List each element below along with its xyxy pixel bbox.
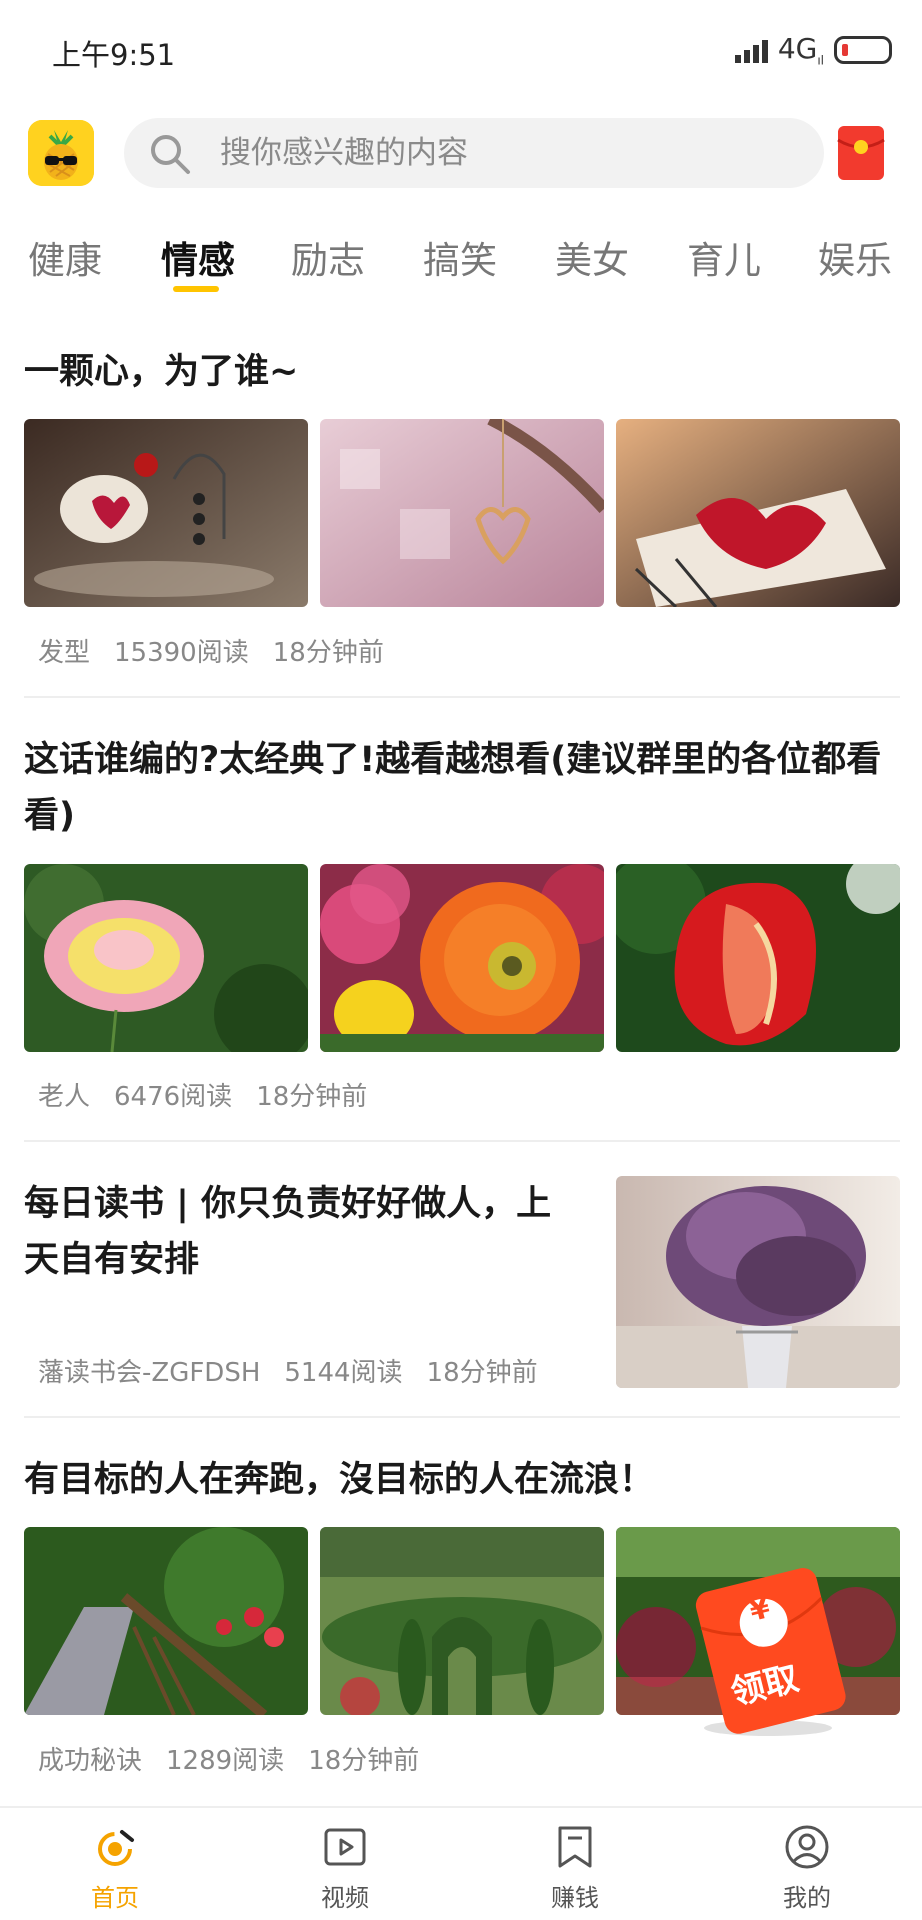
divider (24, 1140, 900, 1142)
thumbnail-image[interactable] (320, 419, 604, 607)
article-source: 老人 (38, 1082, 91, 1112)
thumbnail-image[interactable] (616, 864, 900, 1052)
home-icon (98, 1830, 134, 1866)
active-tab-indicator (173, 286, 219, 292)
article-reads: 15390阅读 (114, 638, 249, 668)
tab-inspiration[interactable]: 励志 (291, 230, 365, 284)
status-bar: 上午9:51 4Gıl (0, 0, 922, 100)
tab-health[interactable]: 健康 (28, 230, 102, 284)
thumbnail-image[interactable] (24, 864, 308, 1052)
nav-earn[interactable]: 赚钱 (510, 1808, 640, 1920)
thumbnail-image[interactable] (24, 1527, 308, 1715)
nav-video[interactable]: 视频 (280, 1808, 410, 1920)
article-card[interactable]: 一颗心，为了谁~ (24, 344, 900, 400)
article-time: 18分钟前 (256, 1082, 368, 1112)
tab-emotion[interactable]: 情感 (161, 230, 235, 284)
header (0, 110, 922, 200)
thumbnail-image[interactable] (616, 419, 900, 607)
article-meta: 藩读书会-ZGFDSH 5144阅读 18分钟前 (38, 1352, 562, 1389)
article-time: 18分钟前 (272, 638, 384, 668)
article-thumbnails[interactable] (24, 419, 900, 607)
divider (24, 696, 900, 698)
article-card[interactable]: 每日读书 | 你只负责好好做人，上天自有安排 (24, 1176, 584, 1288)
article-reads: 6476阅读 (114, 1082, 233, 1112)
battery-icon (834, 35, 892, 64)
bookmark-icon (558, 1826, 592, 1868)
nav-home[interactable]: 首页 (50, 1808, 180, 1920)
article-time: 18分钟前 (426, 1358, 538, 1388)
nav-label: 首页 (91, 1884, 139, 1912)
article-meta: 发型 15390阅读 18分钟前 (38, 632, 408, 669)
article-thumbnails[interactable] (24, 864, 900, 1052)
status-time: 上午9:51 (52, 38, 176, 72)
tab-beauty[interactable]: 美女 (555, 230, 629, 284)
article-source: 发型 (38, 638, 91, 668)
article-title[interactable]: 每日读书 | 你只负责好好做人，上天自有安排 (24, 1176, 584, 1288)
nav-label: 赚钱 (551, 1884, 599, 1912)
nav-label: 视频 (321, 1884, 369, 1912)
thumbnail-image[interactable] (320, 864, 604, 1052)
status-indicators: 4Gıl (734, 32, 892, 68)
article-time: 18分钟前 (308, 1746, 420, 1776)
pineapple-logo-icon[interactable] (28, 120, 94, 186)
video-icon (324, 1828, 366, 1866)
bottom-navigation: 首页 视频 赚钱 我的 (0, 1806, 922, 1920)
tab-entertainment[interactable]: 娱乐 (818, 230, 892, 284)
thumbnail-image[interactable] (616, 1176, 900, 1388)
search-icon (151, 135, 190, 174)
signal-icon (734, 37, 768, 63)
article-title[interactable]: 这话谁编的?太经典了!越看越想看(建议群里的各位都看看) (24, 732, 900, 844)
red-envelope-icon[interactable] (836, 124, 886, 182)
thumbnail-image[interactable] (24, 419, 308, 607)
article-title[interactable]: 有目标的人在奔跑，沒目标的人在流浪！ (24, 1452, 900, 1508)
search-bar[interactable] (124, 118, 824, 188)
user-icon (785, 1825, 829, 1869)
article-source: 成功秘诀 (38, 1746, 143, 1776)
tab-parenting[interactable]: 育儿 (687, 230, 761, 284)
network-indicator: 4Gıl (777, 32, 824, 68)
divider (24, 1416, 900, 1418)
search-input[interactable] (220, 118, 800, 188)
article-title[interactable]: 一颗心，为了谁~ (24, 344, 900, 400)
nav-profile[interactable]: 我的 (742, 1808, 872, 1920)
thumbnail-image[interactable] (320, 1527, 604, 1715)
article-source: 藩读书会-ZGFDSH (38, 1358, 261, 1388)
article-card[interactable]: 这话谁编的?太经典了!越看越想看(建议群里的各位都看看) (24, 732, 900, 844)
article-meta: 老人 6476阅读 18分钟前 (38, 1076, 391, 1113)
claim-redpacket-button[interactable]: ¥ 领取 (690, 1560, 850, 1738)
article-card[interactable]: 有目标的人在奔跑，沒目标的人在流浪！ (24, 1452, 900, 1508)
article-reads: 5144阅读 (284, 1358, 403, 1388)
nav-label: 我的 (783, 1884, 831, 1912)
article-reads: 1289阅读 (166, 1746, 285, 1776)
article-meta: 成功秘诀 1289阅读 18分钟前 (38, 1740, 443, 1777)
category-tabs: 健康 情感 励志 搞笑 美女 育儿 娱乐 (0, 230, 922, 300)
tab-funny[interactable]: 搞笑 (423, 230, 497, 284)
